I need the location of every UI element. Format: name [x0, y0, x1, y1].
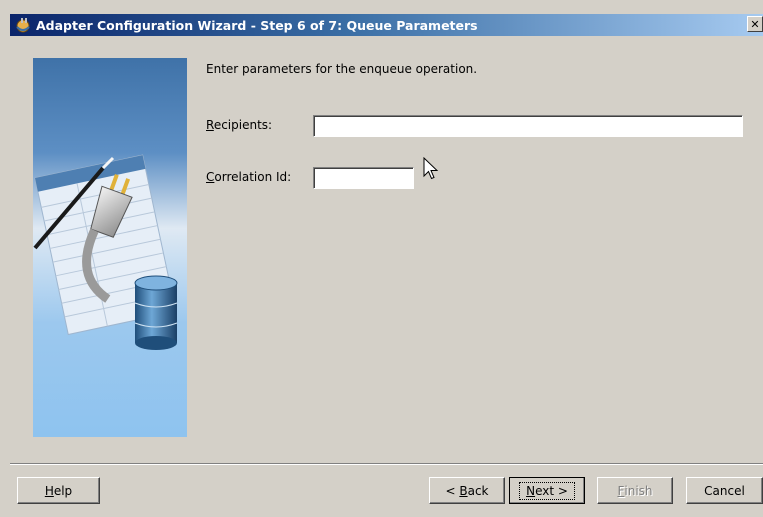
help-label: elp	[53, 483, 73, 498]
next-mnemonic: N	[526, 483, 536, 498]
help-button[interactable]: Help	[17, 477, 100, 504]
recipients-label: Recipients:	[206, 118, 272, 132]
back-mnemonic: B	[459, 483, 468, 498]
next-label: ext >	[535, 483, 568, 498]
next-focus-ring: Next >	[519, 481, 575, 500]
correlation-id-label-text: orrelation Id:	[214, 170, 292, 184]
finish-button[interactable]: Finish	[597, 477, 673, 504]
correlation-id-label: Correlation Id:	[206, 170, 291, 184]
recipients-label-text: ecipients:	[213, 118, 273, 132]
mouse-cursor-icon	[423, 157, 439, 180]
recipients-input[interactable]	[313, 115, 743, 137]
close-icon: ✕	[750, 17, 760, 31]
window-title: Adapter Configuration Wizard - Step 6 of…	[36, 17, 478, 33]
help-mnemonic: H	[44, 483, 54, 498]
plug-and-database-illustration	[33, 58, 187, 437]
next-button[interactable]: Next >	[509, 477, 585, 504]
adapter-wizard-icon	[16, 18, 30, 33]
back-prefix: <	[445, 483, 460, 498]
cancel-button[interactable]: Cancel	[686, 477, 763, 504]
back-label: ack	[467, 483, 489, 498]
cancel-label: Cancel	[704, 483, 745, 498]
instruction-text: Enter parameters for the enqueue operati…	[206, 62, 478, 76]
back-button[interactable]: < Back	[429, 477, 505, 504]
finish-mnemonic: F	[617, 483, 625, 498]
correlation-id-input[interactable]	[313, 167, 414, 189]
finish-label: inish	[624, 483, 653, 498]
recipients-label-mnemonic: R	[206, 118, 214, 132]
wizard-side-panel	[33, 58, 187, 437]
title-bar[interactable]: Adapter Configuration Wizard - Step 6 of…	[10, 14, 763, 36]
close-button[interactable]: ✕	[747, 16, 763, 32]
footer-separator	[10, 463, 763, 465]
